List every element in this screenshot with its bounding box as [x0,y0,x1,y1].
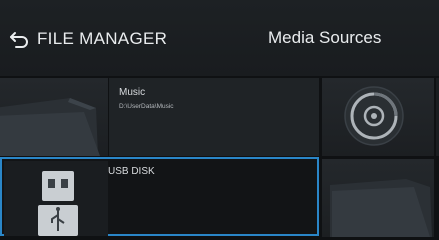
back-arrow-icon [10,32,28,48]
usb-thumbnail [4,161,108,236]
usb-disk-tile[interactable]: USB DISK [0,157,319,236]
usb-drive-icon [38,171,78,236]
back-button[interactable]: FILE MANAGER [8,26,167,52]
audio-source-tile[interactable] [322,78,434,156]
back-label: FILE MANAGER [37,29,168,48]
file-manager-screen: FILE MANAGER Media Sources Music D:\User… [0,0,439,240]
music-source-tile[interactable] [0,78,108,156]
media-source-grid: Music D:\UserData\Music USB DISK [0,76,439,240]
folder-icon [330,179,432,237]
folder-icon [0,98,100,156]
audio-disc-icon [344,86,404,146]
music-source-info[interactable]: Music D:\UserData\Music [109,78,319,156]
source-name: USB DISK [108,166,155,177]
page-title: Media Sources [268,28,382,47]
header-bar: FILE MANAGER Media Sources [0,0,439,76]
source-path: D:\UserData\Music [119,103,174,110]
source-name: Music [119,87,146,98]
folder-source-tile[interactable] [322,159,434,237]
